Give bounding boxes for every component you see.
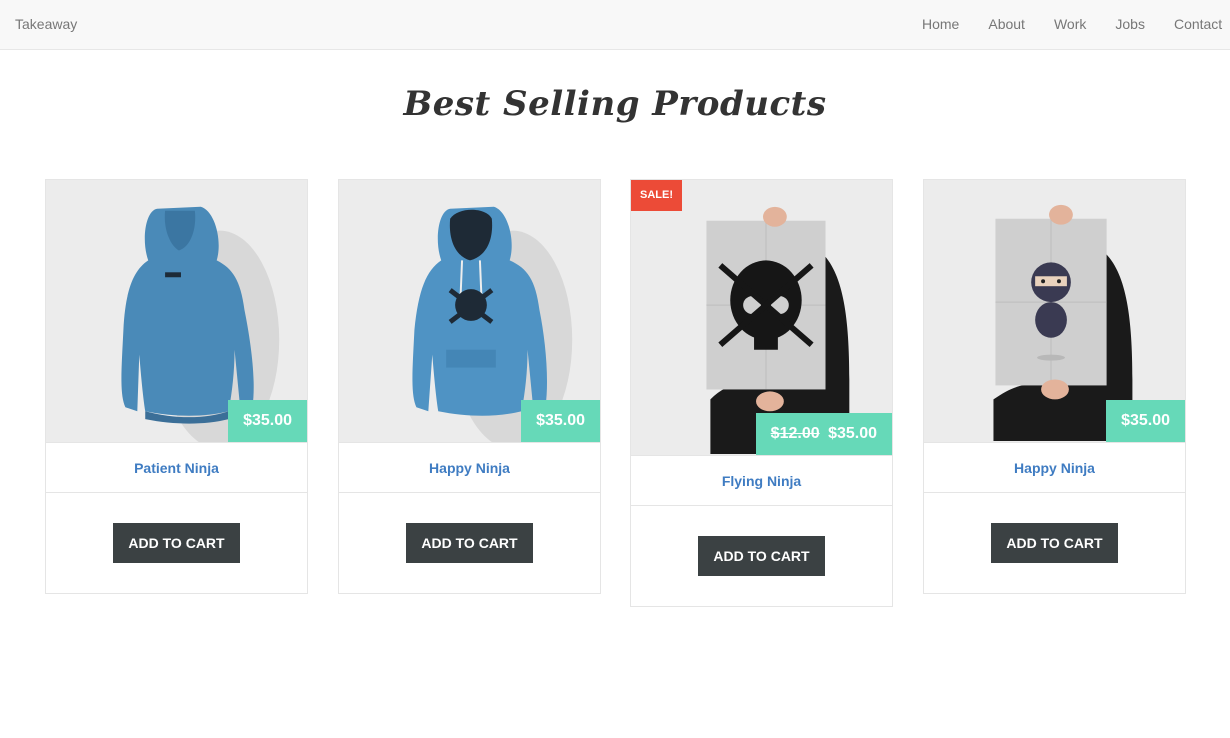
product-card: $35.00 Happy Ninja ADD TO CART	[923, 179, 1186, 594]
price-tag: $35.00	[228, 400, 307, 442]
sale-badge: SALE!	[631, 180, 682, 211]
card-footer: ADD TO CART	[46, 493, 307, 593]
price-value: $35.00	[243, 412, 292, 429]
add-to-cart-button[interactable]: ADD TO CART	[991, 523, 1118, 563]
price-tag: $35.00	[521, 400, 600, 442]
nav-menu: Home About Work Jobs Contact	[922, 16, 1222, 32]
add-to-cart-button[interactable]: ADD TO CART	[698, 536, 825, 576]
product-name-link[interactable]: Happy Ninja	[339, 442, 600, 493]
price-value: $35.00	[536, 412, 585, 429]
nav-link-work[interactable]: Work	[1054, 16, 1086, 32]
price-tag: $35.00	[1106, 400, 1185, 442]
product-name-link[interactable]: Happy Ninja	[924, 442, 1185, 493]
product-image-hoodie-back[interactable]: $35.00	[46, 180, 307, 442]
brand-link[interactable]: Takeaway	[15, 16, 77, 32]
add-to-cart-button[interactable]: ADD TO CART	[113, 523, 240, 563]
product-card: SALE! $12.00 $35.00 Flying Ninja ADD TO …	[630, 179, 893, 607]
product-image-ninja-poster[interactable]: $35.00	[924, 180, 1185, 442]
product-card: $35.00 Happy Ninja ADD TO CART	[338, 179, 601, 594]
product-image-skull-poster[interactable]: SALE! $12.00 $35.00	[631, 180, 892, 455]
page-title: Best Selling Products	[403, 84, 827, 124]
price-tag: $12.00 $35.00	[755, 413, 892, 455]
add-to-cart-button[interactable]: ADD TO CART	[406, 523, 533, 563]
price-value: $35.00	[828, 425, 877, 442]
product-image-hoodie-front[interactable]: $35.00	[339, 180, 600, 442]
old-price-value: $12.00	[770, 425, 820, 442]
product-name-link[interactable]: Patient Ninja	[46, 442, 307, 493]
card-footer: ADD TO CART	[631, 506, 892, 606]
card-footer: ADD TO CART	[339, 493, 600, 593]
navbar: Takeaway Home About Work Jobs Contact	[0, 0, 1230, 50]
nav-link-contact[interactable]: Contact	[1174, 16, 1222, 32]
card-footer: ADD TO CART	[924, 493, 1185, 593]
product-name-link[interactable]: Flying Ninja	[631, 455, 892, 506]
nav-link-jobs[interactable]: Jobs	[1115, 16, 1145, 32]
nav-link-about[interactable]: About	[988, 16, 1025, 32]
price-value: $35.00	[1121, 412, 1170, 429]
product-card: $35.00 Patient Ninja ADD TO CART	[45, 179, 308, 594]
nav-link-home[interactable]: Home	[922, 16, 959, 32]
